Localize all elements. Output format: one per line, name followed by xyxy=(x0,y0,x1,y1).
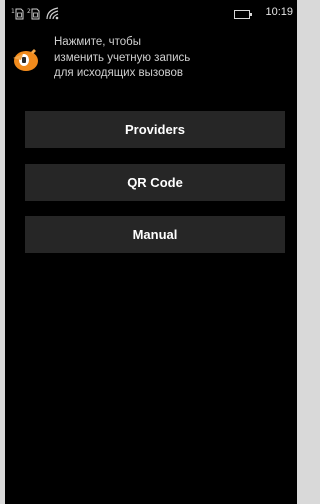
providers-button[interactable]: Providers xyxy=(25,111,285,148)
account-hint: Нажмите, чтобы изменить учетную запись д… xyxy=(54,35,284,82)
account-hint-line-3: для исходящих вызовов xyxy=(54,67,183,79)
app-screen: 1 2 10:19 Нажмите, чтобы изменить учетну… xyxy=(5,0,297,504)
sim-1-icon: 1 xyxy=(11,8,24,20)
wifi-icon xyxy=(46,7,59,20)
account-hint-line-2: изменить учетную запись xyxy=(54,51,191,64)
qr-code-button[interactable]: QR Code xyxy=(25,164,285,201)
orange-phone-logo-icon xyxy=(13,49,38,71)
status-time: 10:19 xyxy=(265,6,293,18)
account-hint-line-1: Нажмите, чтобы xyxy=(54,36,142,48)
svg-text:2: 2 xyxy=(27,8,31,15)
manual-button[interactable]: Manual xyxy=(25,216,285,253)
svg-text:1: 1 xyxy=(11,8,15,15)
sim-2-icon: 2 xyxy=(27,8,40,20)
account-selector[interactable]: Нажмите, чтобы изменить учетную запись д… xyxy=(5,32,297,86)
status-bar: 1 2 10:19 xyxy=(5,0,297,28)
battery-icon xyxy=(234,10,252,19)
